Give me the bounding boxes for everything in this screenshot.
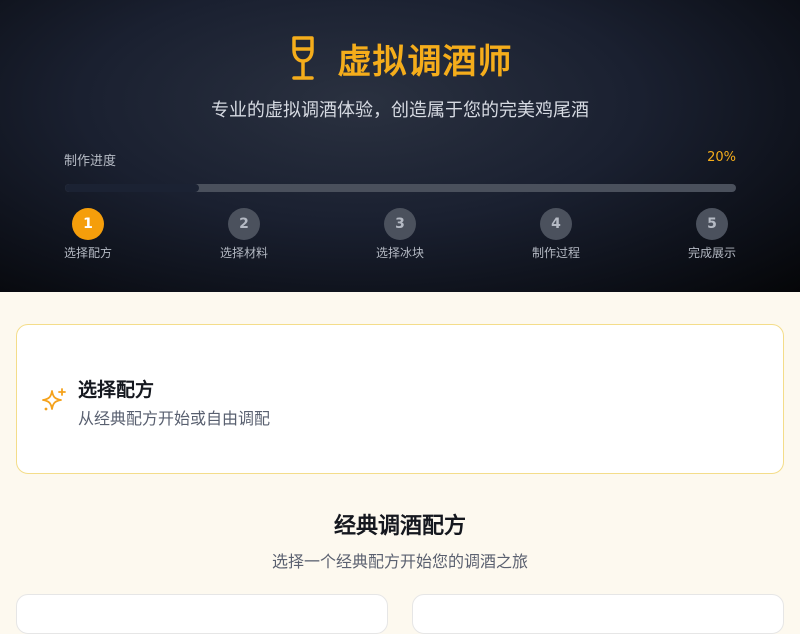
step-label: 选择材料 xyxy=(219,246,268,260)
progress-track xyxy=(65,184,736,192)
progress-percent: 20% xyxy=(707,150,736,165)
app-subtitle: 专业的虚拟调酒体验，创造属于您的完美鸡尾酒 xyxy=(211,100,589,121)
step-label: 选择配方 xyxy=(63,246,112,260)
progress-label: 制作进度 xyxy=(64,154,117,169)
wine-glass-icon xyxy=(291,35,314,80)
app-title: 虚拟调酒师 xyxy=(337,42,513,82)
recipe-card[interactable] xyxy=(16,594,388,634)
step-card-description: 从经典配方开始或自由调配 xyxy=(78,409,271,428)
step-label: 制作过程 xyxy=(531,246,580,260)
step-number: 5 xyxy=(696,208,728,240)
step-number: 1 xyxy=(72,208,104,240)
step-5[interactable]: 5 完成展示 xyxy=(672,208,752,261)
section-title: 经典调酒配方 xyxy=(333,514,466,539)
recipe-card[interactable] xyxy=(412,594,784,634)
step-4[interactable]: 4 制作过程 xyxy=(516,208,596,261)
step-number: 4 xyxy=(540,208,572,240)
step-number: 3 xyxy=(384,208,416,240)
step-card-title: 选择配方 xyxy=(78,379,155,401)
step-number: 2 xyxy=(228,208,260,240)
current-step-card: 选择配方 从经典配方开始或自由调配 xyxy=(16,324,784,474)
step-label: 完成展示 xyxy=(687,246,736,260)
step-2[interactable]: 2 选择材料 xyxy=(204,208,284,261)
step-1[interactable]: 1 选择配方 xyxy=(48,208,128,261)
sparkles-icon xyxy=(42,388,66,411)
progress-fill xyxy=(65,184,200,192)
step-3[interactable]: 3 选择冰块 xyxy=(360,208,440,261)
step-label: 选择冰块 xyxy=(375,246,424,260)
hero-header: 虚拟调酒师 专业的虚拟调酒体验，创造属于您的完美鸡尾酒 制作进度 20% 1 选… xyxy=(0,0,800,292)
section-subtitle: 选择一个经典配方开始您的调酒之旅 xyxy=(271,552,528,571)
title-row: 虚拟调酒师 xyxy=(0,34,800,83)
